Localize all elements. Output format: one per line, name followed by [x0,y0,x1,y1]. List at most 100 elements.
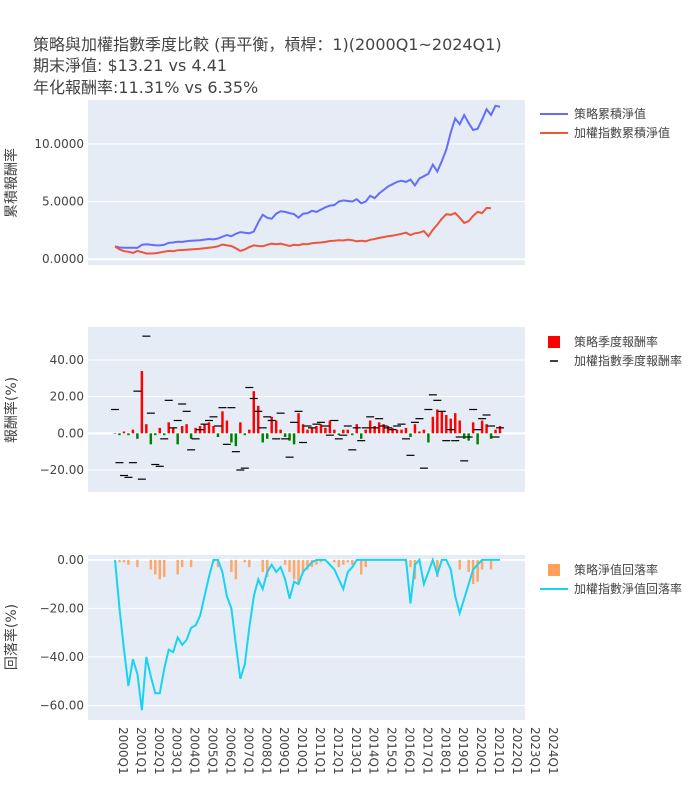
strategy-drawdown-bar [337,559,341,568]
x-tick-label: 2018Q1 [438,727,452,775]
strategy-return-bar [158,427,161,434]
x-tick-label: 2016Q1 [403,727,417,775]
legend-label-strategy-nav[interactable]: 策略累積淨值 [574,106,646,121]
strategy-return-bar [118,433,121,436]
strategy-drawdown-bar [333,559,336,563]
legend-label-index-nav[interactable]: 加權指數累積淨值 [574,125,670,140]
strategy-drawdown-bar [261,559,264,572]
strategy-return-bar [145,424,148,434]
strategy-drawdown-bar [176,559,179,575]
strategy-drawdown-bar [189,559,193,568]
strategy-return-bar [243,433,247,436]
strategy-return-bar [252,391,256,434]
y-tick-label: 5.0000 [42,195,84,209]
legend-swatch-strategy-drawdown [548,564,560,576]
strategy-return-bar [391,427,394,434]
strategy-return-bar [462,433,466,439]
chart-figure: 策略與加權指數季度比較 (再平衡，槓桿：1)(2000Q1~2024Q1) 期末… [0,0,700,800]
strategy-return-bar [257,405,260,434]
x-tick-label: 2009Q1 [277,727,291,775]
strategy-return-bar [131,429,135,434]
strategy-drawdown-bar [489,559,493,570]
return-plot-area [88,327,525,492]
strategy-drawdown-bar [248,559,251,568]
strategy-return-bar [212,426,215,434]
y-tick-label: 0.0000 [42,252,84,266]
strategy-return-bar [292,433,296,445]
strategy-return-bar [203,424,206,434]
strategy-return-bar [342,429,345,434]
strategy-drawdown-bar [288,559,291,572]
strategy-drawdown-bar [230,559,233,572]
x-tick-label: 2001Q1 [134,727,148,775]
strategy-return-bar [221,411,224,434]
strategy-return-bar [239,422,242,434]
y-tick-label: 20.00 [50,390,84,404]
legend-label-strategy-drawdown[interactable]: 策略淨值回落率 [574,562,658,577]
strategy-drawdown-bar [467,559,470,572]
strategy-return-bar [333,429,336,434]
strategy-return-bar [351,433,354,436]
x-tick-label: 2008Q1 [259,727,273,775]
strategy-return-bar [355,424,358,434]
x-tick-label: 2022Q1 [510,727,524,775]
strategy-return-bar [400,429,403,434]
strategy-return-bar [176,433,179,445]
strategy-drawdown-bar [154,559,157,575]
legend-label-strategy-return[interactable]: 策略季度報酬率 [574,334,658,349]
strategy-return-bar [418,431,421,434]
strategy-return-bar [189,433,193,439]
y-tick-label: 10.0000 [34,137,84,151]
strategy-return-bar [422,429,426,434]
strategy-return-bar [234,433,238,447]
strategy-return-bar [113,433,117,434]
strategy-return-bar [306,429,309,434]
strategy-drawdown-bar [118,559,121,563]
strategy-drawdown-bar [122,559,126,563]
strategy-drawdown-bar [364,559,367,568]
return-y-axis-title: 報酬率(%) [3,377,20,443]
strategy-drawdown-bar [342,559,345,565]
strategy-return-bar [154,433,157,436]
strategy-return-bar [225,420,229,434]
strategy-return-bar [471,422,475,434]
strategy-return-bar [476,433,479,445]
legend-label-index-return[interactable]: 加權指數季度報酬率 [574,353,682,368]
x-tick-label: 2002Q1 [152,727,166,775]
y-tick-label: −60.00 [40,698,84,712]
strategy-return-bar [427,433,430,443]
strategy-return-bar [364,429,367,434]
strategy-return-bar [458,420,461,434]
strategy-return-bar [368,420,372,434]
strategy-drawdown-bar [234,559,238,580]
chart-title-line1: 策略與加權指數季度比較 (再平衡，槓桿：1)(2000Q1~2024Q1) [33,35,502,54]
strategy-return-bar [185,424,188,434]
strategy-return-bar [359,433,363,439]
x-tick-label: 2010Q1 [295,727,309,775]
legend-swatch-strategy-return [548,336,560,348]
x-tick-label: 2005Q1 [206,727,220,775]
y-tick-label: −40.00 [40,650,84,664]
strategy-drawdown-bar [158,559,161,580]
strategy-return-bar [297,413,300,434]
strategy-return-bar [373,426,376,434]
x-tick-label: 2013Q1 [349,727,363,775]
strategy-return-bar [310,427,314,434]
strategy-return-bar [171,427,175,434]
strategy-return-bar [216,433,220,437]
x-tick-label: 2000Q1 [116,727,130,775]
x-tick-label: 2019Q1 [456,727,470,775]
strategy-drawdown-bar [243,559,247,563]
strategy-return-bar [283,433,287,437]
legend-label-index-drawdown[interactable]: 加權指數淨值回落率 [574,581,682,596]
strategy-return-bar [449,418,452,434]
strategy-return-bar [194,427,197,434]
chart-title-line2: 期末淨值: $13.21 vs 4.41 [33,56,227,75]
strategy-return-bar [404,427,408,434]
strategy-return-bar [288,433,291,441]
strategy-return-bar [409,433,412,437]
strategy-drawdown-bar [180,559,184,568]
strategy-drawdown-bar [149,559,153,570]
strategy-return-bar [180,426,184,434]
strategy-drawdown-bar [359,559,363,575]
